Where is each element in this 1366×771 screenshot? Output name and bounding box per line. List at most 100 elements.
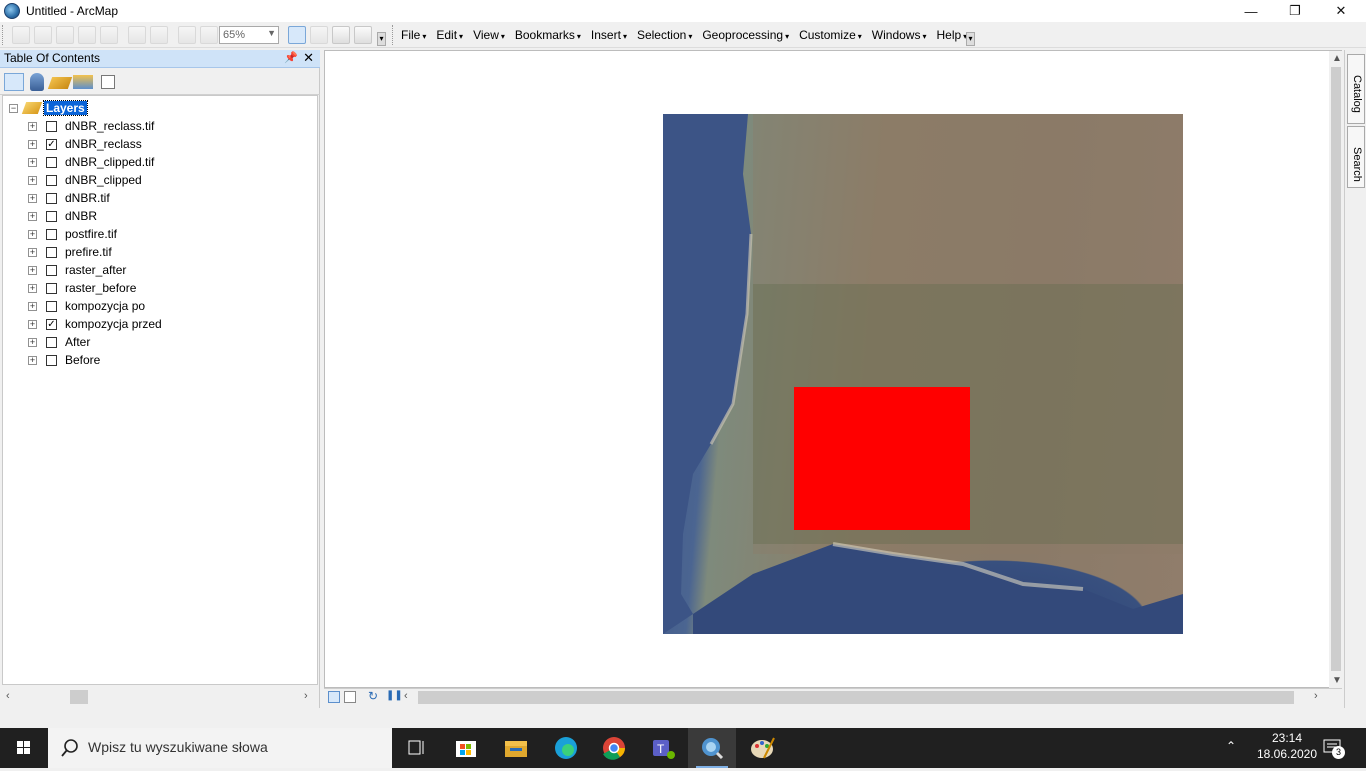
close-icon[interactable]: ✕ (303, 50, 314, 66)
layers-root-label[interactable]: Layers (43, 100, 88, 116)
arcmap-taskbar-icon[interactable] (688, 728, 736, 768)
layer-row[interactable]: + After (3, 334, 317, 352)
system-clock[interactable]: 23:14 18.06.2020 (1252, 730, 1322, 762)
forward-extent-icon[interactable] (200, 26, 218, 44)
data-view-icon[interactable] (328, 691, 340, 703)
menu-grip[interactable] (392, 25, 395, 45)
chrome-browser-icon[interactable] (590, 728, 638, 768)
scroll-left-icon[interactable]: ‹ (404, 690, 408, 702)
layer-row[interactable]: + ✓ dNBR_reclass (3, 136, 317, 154)
layer-name[interactable]: dNBR_clipped.tif (65, 155, 154, 169)
zoom-whole-page-icon[interactable] (128, 26, 146, 44)
expand-icon[interactable]: + (28, 284, 37, 293)
pan-icon[interactable] (56, 26, 74, 44)
expand-icon[interactable]: + (28, 194, 37, 203)
expand-icon[interactable]: + (28, 140, 37, 149)
layer-visibility-checkbox[interactable] (46, 355, 57, 366)
layer-row[interactable]: + raster_before (3, 280, 317, 298)
data-driven-pages-icon[interactable] (354, 26, 372, 44)
start-button[interactable] (0, 728, 48, 768)
layer-visibility-checkbox[interactable] (46, 247, 57, 258)
layer-visibility-checkbox[interactable] (46, 301, 57, 312)
layer-row[interactable]: + kompozycja po (3, 298, 317, 316)
layer-name[interactable]: dNBR_reclass (65, 137, 142, 151)
task-view-icon[interactable] (392, 728, 440, 768)
close-button[interactable]: ✕ (1318, 0, 1364, 22)
paint-icon[interactable] (738, 728, 786, 768)
zoom-in-icon[interactable] (12, 26, 30, 44)
zoom-percent-select[interactable]: 65% ▼ (219, 26, 279, 44)
expand-icon[interactable]: + (28, 158, 37, 167)
map-view[interactable]: ▲ ▼ (324, 50, 1343, 689)
expand-icon[interactable]: + (28, 122, 37, 131)
expand-icon[interactable]: + (28, 176, 37, 185)
expand-icon[interactable]: + (28, 212, 37, 221)
menu-file[interactable]: File ▾ (396, 28, 431, 42)
list-by-selection-icon[interactable] (73, 75, 93, 89)
map-vertical-scrollbar[interactable]: ▲ ▼ (1329, 51, 1343, 689)
minimize-button[interactable]: — (1228, 0, 1274, 22)
expand-icon[interactable]: + (28, 356, 37, 365)
pause-drawing-icon[interactable]: ❚❚ (386, 690, 403, 701)
refresh-icon[interactable]: ↻ (368, 689, 378, 703)
focus-data-frame-icon[interactable] (310, 26, 328, 44)
menu-bookmarks[interactable]: Bookmarks ▾ (510, 28, 586, 42)
layer-name[interactable]: prefire.tif (65, 245, 112, 259)
layer-visibility-checkbox[interactable] (46, 337, 57, 348)
full-extent-icon[interactable] (78, 26, 96, 44)
layer-visibility-checkbox[interactable] (46, 283, 57, 294)
layers-root-row[interactable]: − Layers (3, 100, 317, 118)
layer-row[interactable]: + Before (3, 352, 317, 370)
layer-name[interactable]: dNBR_reclass.tif (65, 119, 154, 133)
notification-center-icon[interactable]: 3 (1322, 738, 1345, 759)
layer-name[interactable]: dNBR_clipped (65, 173, 142, 187)
list-by-source-icon[interactable] (30, 73, 44, 91)
layer-name[interactable]: dNBR (65, 209, 97, 223)
collapse-icon[interactable]: − (9, 104, 18, 113)
scroll-thumb[interactable] (70, 690, 88, 704)
layer-row[interactable]: + raster_after (3, 262, 317, 280)
layer-name[interactable]: After (65, 335, 90, 349)
expand-icon[interactable]: + (28, 248, 37, 257)
toc-horizontal-scrollbar[interactable]: ‹ › (2, 688, 318, 706)
scroll-left-icon[interactable]: ‹ (6, 690, 10, 702)
map-horizontal-scroll-thumb[interactable] (418, 691, 1294, 704)
menu-windows[interactable]: Windows ▾ (867, 28, 932, 42)
layer-name[interactable]: kompozycja przed (65, 317, 162, 331)
expand-icon[interactable]: + (28, 266, 37, 275)
menu-overflow-icon[interactable]: ▾ (966, 32, 975, 46)
layer-visibility-checkbox[interactable] (46, 121, 57, 132)
scroll-right-icon[interactable]: › (304, 690, 308, 702)
teams-icon[interactable]: T (640, 728, 688, 768)
layer-name[interactable]: dNBR.tif (65, 191, 110, 205)
options-icon[interactable] (101, 75, 115, 89)
layer-row[interactable]: + dNBR (3, 208, 317, 226)
toolbar-grip[interactable] (2, 25, 5, 45)
chevron-up-icon[interactable]: ⌃ (1226, 739, 1236, 753)
microsoft-store-icon[interactable] (442, 728, 490, 768)
layer-name[interactable]: raster_before (65, 281, 136, 295)
scroll-up-icon[interactable]: ▲ (1332, 53, 1342, 64)
list-by-drawing-order-icon[interactable] (4, 73, 24, 91)
layer-row[interactable]: + dNBR.tif (3, 190, 317, 208)
expand-icon[interactable]: + (28, 320, 37, 329)
layer-visibility-checkbox[interactable] (46, 229, 57, 240)
pin-icon[interactable]: 📌 (284, 51, 298, 64)
maximize-button[interactable]: ❐ (1272, 0, 1318, 22)
fixed-zoom-icon[interactable] (100, 26, 118, 44)
change-layout-icon[interactable] (332, 26, 350, 44)
zoom-out-icon[interactable] (34, 26, 52, 44)
scroll-right-icon[interactable]: › (1314, 690, 1318, 702)
expand-icon[interactable]: + (28, 338, 37, 347)
layer-visibility-checkbox[interactable]: ✓ (46, 319, 57, 330)
layer-row[interactable]: + prefire.tif (3, 244, 317, 262)
file-explorer-icon[interactable] (492, 728, 540, 768)
layer-visibility-checkbox[interactable]: ✓ (46, 139, 57, 150)
menu-customize[interactable]: Customize ▾ (794, 28, 867, 42)
taskbar-search-box[interactable]: Wpisz tu wyszukiwane słowa (48, 728, 392, 768)
layer-row[interactable]: + dNBR_clipped.tif (3, 154, 317, 172)
layer-name[interactable]: kompozycja po (65, 299, 145, 313)
scroll-thumb[interactable] (1331, 67, 1341, 671)
expand-icon[interactable]: + (28, 302, 37, 311)
layer-visibility-checkbox[interactable] (46, 175, 57, 186)
